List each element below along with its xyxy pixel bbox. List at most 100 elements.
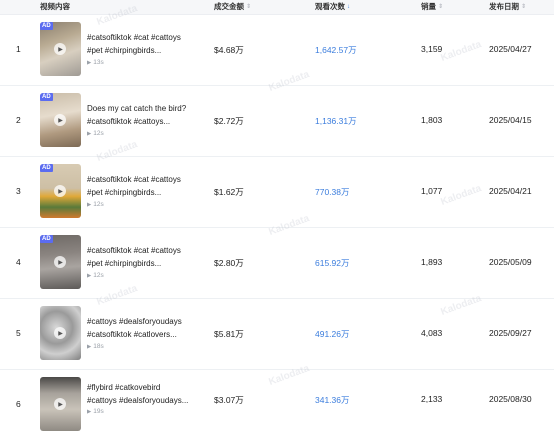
sales-value: 1,893 bbox=[421, 257, 443, 267]
duration-value: 12s bbox=[93, 130, 104, 137]
ad-badge: AD bbox=[40, 164, 53, 172]
video-description[interactable]: #catsoftiktok #cat #cattoys #pet #chirpi… bbox=[87, 174, 181, 199]
play-small-icon: ▶ bbox=[87, 59, 92, 66]
play-icon[interactable]: ▶ bbox=[54, 185, 66, 197]
ad-badge: AD bbox=[40, 93, 53, 101]
header-amount[interactable]: 成交金额 ⇕ bbox=[214, 1, 251, 12]
views-value: 341.36万 bbox=[315, 395, 350, 405]
views-value: 770.38万 bbox=[315, 187, 350, 197]
views-value: 615.92万 bbox=[315, 258, 350, 268]
play-icon[interactable]: ▶ bbox=[54, 327, 66, 339]
amount-value: $3.07万 bbox=[214, 395, 244, 405]
video-thumbnail[interactable]: AD ▶ bbox=[40, 235, 81, 289]
play-small-icon: ▶ bbox=[87, 343, 92, 350]
amount-value: $4.68万 bbox=[214, 45, 244, 55]
date-value: 2025/08/30 bbox=[489, 394, 532, 404]
duration-value: 12s bbox=[93, 272, 104, 279]
date-value: 2025/05/09 bbox=[489, 257, 532, 267]
description-line: #catsoftiktok #cat #cattoys bbox=[87, 175, 181, 184]
video-description[interactable]: #cattoys #dealsforyoudays #catsoftiktok … bbox=[87, 316, 182, 341]
play-small-icon: ▶ bbox=[87, 201, 92, 208]
date-value: 2025/04/27 bbox=[489, 44, 532, 54]
table-row[interactable]: 2 AD ▶ Does my cat catch the bird? #cats… bbox=[0, 86, 554, 157]
date-value: 2025/09/27 bbox=[489, 328, 532, 338]
description-line: #flybird #catkovebird bbox=[87, 383, 161, 392]
header-video-label: 视频内容 bbox=[40, 2, 70, 11]
duration-value: 18s bbox=[93, 343, 104, 350]
row-index: 2 bbox=[16, 115, 21, 125]
table-row[interactable]: 6 ▶ #flybird #catkovebird #cattoys #deal… bbox=[0, 370, 554, 436]
play-icon[interactable]: ▶ bbox=[54, 43, 66, 55]
views-value: 1,136.31万 bbox=[315, 116, 357, 126]
duration-value: 19s bbox=[93, 408, 104, 415]
sales-value: 2,133 bbox=[421, 394, 443, 404]
play-small-icon: ▶ bbox=[87, 272, 92, 279]
video-thumbnail[interactable]: AD ▶ bbox=[40, 22, 81, 76]
sort-icon[interactable]: ⇕ bbox=[438, 4, 443, 10]
video-description[interactable]: #catsoftiktok #cat #cattoys #pet #chirpi… bbox=[87, 245, 181, 270]
header-amount-label: 成交金额 bbox=[214, 2, 244, 11]
description-line: #pet #chirpingbirds... bbox=[87, 45, 162, 55]
header-views[interactable]: 观看次数 ↓ bbox=[315, 1, 350, 12]
description-line: #catsoftiktok #cat #cattoys bbox=[87, 246, 181, 255]
views-value: 1,642.57万 bbox=[315, 45, 357, 55]
row-index: 5 bbox=[16, 328, 21, 338]
video-duration: ▶ 13s bbox=[87, 59, 104, 66]
video-table: 视频内容 成交金额 ⇕ 观看次数 ↓ 销量 ⇕ 发布日期 ⇕ 1 AD ▶ #c… bbox=[0, 0, 554, 436]
table-row[interactable]: 4 AD ▶ #catsoftiktok #cat #cattoys #pet … bbox=[0, 228, 554, 299]
header-video: 视频内容 bbox=[40, 1, 70, 12]
header-views-label: 观看次数 bbox=[315, 2, 345, 11]
video-thumbnail[interactable]: ▶ bbox=[40, 377, 81, 431]
row-index: 4 bbox=[16, 257, 21, 267]
play-small-icon: ▶ bbox=[87, 130, 92, 137]
duration-value: 12s bbox=[93, 201, 104, 208]
row-index: 6 bbox=[16, 399, 21, 409]
description-line: #cattoys #dealsforyoudays... bbox=[87, 395, 189, 405]
row-index: 1 bbox=[16, 44, 21, 54]
amount-value: $1.62万 bbox=[214, 187, 244, 197]
video-description[interactable]: #catsoftiktok #cat #cattoys #pet #chirpi… bbox=[87, 32, 181, 57]
sort-icon[interactable]: ⇕ bbox=[246, 4, 251, 10]
amount-value: $5.81万 bbox=[214, 329, 244, 339]
ad-badge: AD bbox=[40, 235, 53, 243]
video-duration: ▶ 18s bbox=[87, 343, 104, 350]
header-sales[interactable]: 销量 ⇕ bbox=[421, 1, 443, 12]
video-thumbnail[interactable]: ▶ bbox=[40, 306, 81, 360]
video-thumbnail[interactable]: AD ▶ bbox=[40, 93, 81, 147]
play-icon[interactable]: ▶ bbox=[54, 256, 66, 268]
video-duration: ▶ 12s bbox=[87, 130, 104, 137]
amount-value: $2.80万 bbox=[214, 258, 244, 268]
table-row[interactable]: 3 AD ▶ #catsoftiktok #cat #cattoys #pet … bbox=[0, 157, 554, 228]
sales-value: 3,159 bbox=[421, 44, 443, 54]
video-duration: ▶ 19s bbox=[87, 408, 104, 415]
description-line: #catsoftiktok #cattoys... bbox=[87, 116, 171, 126]
video-thumbnail[interactable]: AD ▶ bbox=[40, 164, 81, 218]
description-line: #catsoftiktok #cat #cattoys bbox=[87, 33, 181, 42]
play-icon[interactable]: ▶ bbox=[54, 398, 66, 410]
play-small-icon: ▶ bbox=[87, 408, 92, 415]
table-header: 视频内容 成交金额 ⇕ 观看次数 ↓ 销量 ⇕ 发布日期 ⇕ bbox=[0, 0, 554, 15]
ad-badge: AD bbox=[40, 22, 53, 30]
video-duration: ▶ 12s bbox=[87, 201, 104, 208]
description-line: #catsoftiktok #catlovers... bbox=[87, 329, 177, 339]
video-duration: ▶ 12s bbox=[87, 272, 104, 279]
header-date-label: 发布日期 bbox=[489, 2, 519, 11]
sales-value: 4,083 bbox=[421, 328, 443, 338]
table-row[interactable]: 1 AD ▶ #catsoftiktok #cat #cattoys #pet … bbox=[0, 15, 554, 86]
video-description[interactable]: #flybird #catkovebird #cattoys #dealsfor… bbox=[87, 382, 188, 407]
sales-value: 1,077 bbox=[421, 186, 443, 196]
sales-value: 1,803 bbox=[421, 115, 443, 125]
amount-value: $2.72万 bbox=[214, 116, 244, 126]
video-description[interactable]: Does my cat catch the bird? #catsoftikto… bbox=[87, 103, 186, 128]
description-line: #pet #chirpingbirds... bbox=[87, 258, 162, 268]
date-value: 2025/04/15 bbox=[489, 115, 532, 125]
sort-icon[interactable]: ⇕ bbox=[521, 4, 526, 10]
table-row[interactable]: 5 ▶ #cattoys #dealsforyoudays #catsoftik… bbox=[0, 299, 554, 370]
play-icon[interactable]: ▶ bbox=[54, 114, 66, 126]
description-line: #pet #chirpingbirds... bbox=[87, 187, 162, 197]
date-value: 2025/04/21 bbox=[489, 186, 532, 196]
sort-desc-icon[interactable]: ↓ bbox=[347, 4, 350, 10]
header-date[interactable]: 发布日期 ⇕ bbox=[489, 1, 526, 12]
row-index: 3 bbox=[16, 186, 21, 196]
duration-value: 13s bbox=[93, 59, 104, 66]
